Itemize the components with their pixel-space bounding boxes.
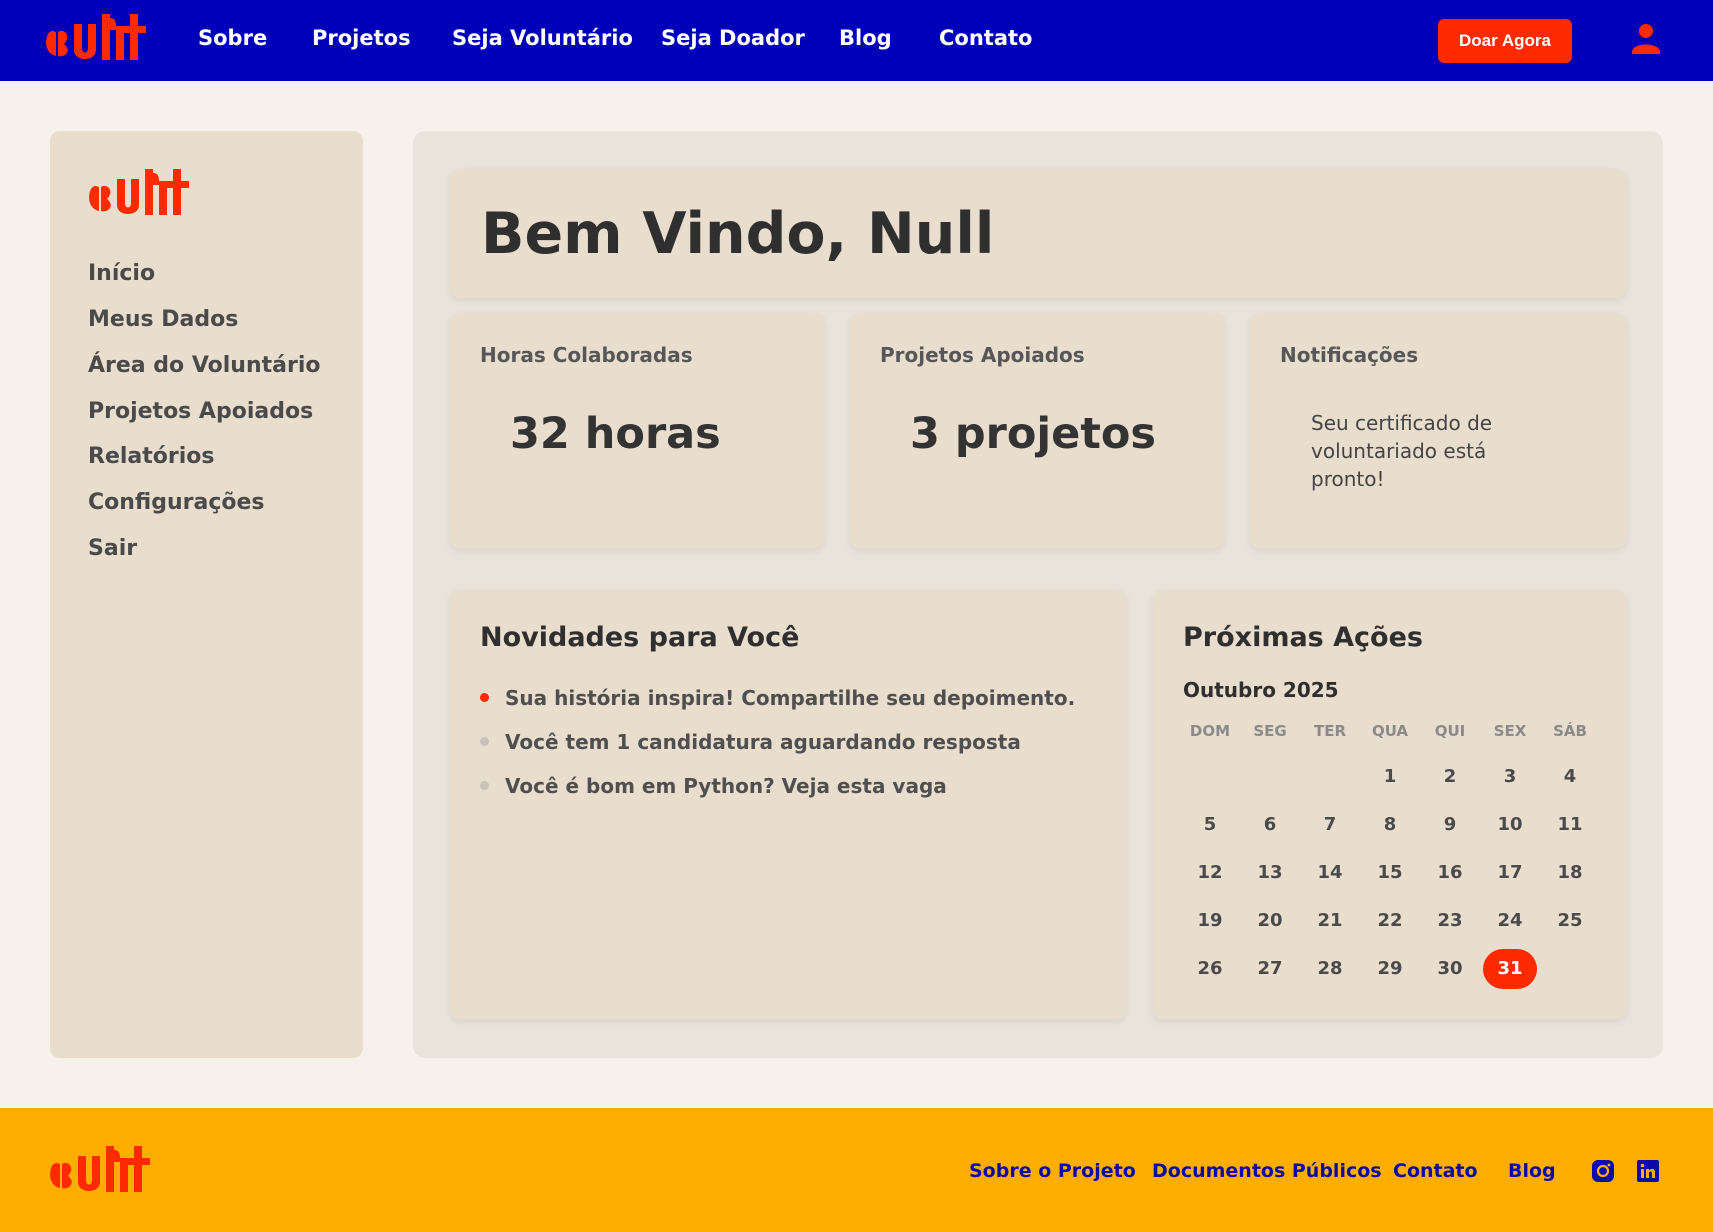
- nav-link-sobre[interactable]: Sobre: [198, 26, 267, 50]
- linkedin-icon[interactable]: [1636, 1159, 1660, 1183]
- brand-logo-icon: [48, 1144, 152, 1196]
- calendar-day[interactable]: 24: [1483, 901, 1537, 941]
- news-card: Novidades para Você Sua história inspira…: [450, 590, 1126, 1019]
- calendar-day[interactable]: 2: [1423, 757, 1477, 797]
- brand-logo-icon: [87, 167, 191, 219]
- page-title: Bem Vindo, Null: [481, 201, 995, 267]
- calendar-day[interactable]: 13: [1243, 853, 1297, 893]
- nav-link-blog[interactable]: Blog: [839, 26, 892, 50]
- brand-logo-icon[interactable]: [44, 12, 148, 64]
- calendar-day-today[interactable]: 31: [1483, 949, 1537, 989]
- nav-link-seja-doador[interactable]: Seja Doador: [661, 26, 805, 50]
- instagram-icon[interactable]: [1591, 1159, 1615, 1183]
- calendar-card: Próximas Ações Outubro 2025 DOM SEG TER QUA…: [1153, 590, 1626, 1019]
- calendar-day[interactable]: 19: [1183, 901, 1237, 941]
- calendar-day[interactable]: 5: [1183, 805, 1237, 845]
- calendar-day[interactable]: 6: [1243, 805, 1297, 845]
- stat-value: 32 horas: [510, 409, 721, 459]
- sidebar-item-relatorios[interactable]: Relatórios: [88, 444, 214, 469]
- calendar-day[interactable]: 26: [1183, 949, 1237, 989]
- calendar-day[interactable]: 12: [1183, 853, 1237, 893]
- calendar-day[interactable]: 9: [1423, 805, 1477, 845]
- calendar-day[interactable]: 25: [1543, 901, 1597, 941]
- nav-link-projetos[interactable]: Projetos: [312, 26, 411, 50]
- calendar-day[interactable]: 27: [1243, 949, 1297, 989]
- news-text: Você tem 1 candidatura aguardando respos…: [505, 730, 1021, 754]
- welcome-card: Bem Vindo, Null: [450, 169, 1626, 298]
- news-text: Sua história inspira! Compartilhe seu de…: [505, 686, 1076, 710]
- sidebar-item-inicio[interactable]: Início: [88, 261, 155, 286]
- footer: Sobre o Projeto Documentos Públicos Cont…: [0, 1108, 1713, 1232]
- calendar-day[interactable]: 15: [1363, 853, 1417, 893]
- stat-label: Projetos Apoiados: [880, 343, 1085, 367]
- bullet-icon: [480, 781, 489, 790]
- top-navbar: Sobre Projetos Seja Voluntário Seja Doad…: [0, 0, 1713, 81]
- footer-link-contato[interactable]: Contato: [1393, 1160, 1478, 1182]
- news-text: Você é bom em Python? Veja esta vaga: [505, 774, 947, 798]
- calendar-day[interactable]: 1: [1363, 757, 1417, 797]
- list-item[interactable]: Você é bom em Python? Veja esta vaga: [480, 774, 947, 798]
- bullet-icon: [480, 737, 489, 746]
- calendar-weekday: QUI: [1434, 722, 1466, 740]
- calendar-day[interactable]: 11: [1543, 805, 1597, 845]
- donate-now-button[interactable]: Doar Agora: [1438, 19, 1572, 63]
- calendar-day[interactable]: 4: [1543, 757, 1597, 797]
- calendar-weekday: SEG: [1253, 722, 1287, 740]
- calendar-day[interactable]: 14: [1303, 853, 1357, 893]
- calendar-day[interactable]: 7: [1303, 805, 1357, 845]
- calendar-weekday: DOM: [1189, 722, 1231, 740]
- dashboard-panel: Bem Vindo, Null Horas Colaboradas 32 hor…: [413, 131, 1663, 1058]
- footer-link-sobre-projeto[interactable]: Sobre o Projeto: [969, 1160, 1136, 1182]
- sidebar-item-sair[interactable]: Sair: [88, 536, 137, 561]
- news-title: Novidades para Você: [480, 622, 800, 653]
- calendar-day[interactable]: 8: [1363, 805, 1417, 845]
- footer-link-blog[interactable]: Blog: [1508, 1160, 1556, 1182]
- list-item[interactable]: Você tem 1 candidatura aguardando respos…: [480, 730, 1021, 754]
- calendar-day[interactable]: 29: [1363, 949, 1417, 989]
- calendar-month: Outubro 2025: [1183, 678, 1339, 702]
- calendar-weekday: SÁB: [1553, 722, 1587, 740]
- list-item[interactable]: Sua história inspira! Compartilhe seu de…: [480, 686, 1075, 710]
- calendar-day[interactable]: 22: [1363, 901, 1417, 941]
- calendar-weekday: TER: [1313, 722, 1347, 740]
- nav-link-contato[interactable]: Contato: [939, 26, 1032, 50]
- stat-label: Notificações: [1280, 343, 1419, 367]
- sidebar-item-configuracoes[interactable]: Configurações: [88, 490, 265, 515]
- sidebar: Início Meus Dados Área do Voluntário Pro…: [50, 131, 363, 1058]
- calendar-day[interactable]: 3: [1483, 757, 1537, 797]
- sidebar-item-meus-dados[interactable]: Meus Dados: [88, 307, 238, 332]
- calendar-day[interactable]: 16: [1423, 853, 1477, 893]
- stat-card-hours: Horas Colaboradas 32 horas: [450, 313, 824, 548]
- stat-card-notifications: Notificações Seu certificado de voluntar…: [1250, 313, 1626, 548]
- calendar-day[interactable]: 21: [1303, 901, 1357, 941]
- calendar-day[interactable]: 23: [1423, 901, 1477, 941]
- calendar-day[interactable]: 18: [1543, 853, 1597, 893]
- stat-label: Horas Colaboradas: [480, 343, 693, 367]
- stat-value: 3 projetos: [910, 409, 1157, 459]
- stat-card-projects: Projetos Apoiados 3 projetos: [850, 313, 1224, 548]
- calendar-day[interactable]: 10: [1483, 805, 1537, 845]
- calendar-day[interactable]: 28: [1303, 949, 1357, 989]
- footer-link-documentos[interactable]: Documentos Públicos: [1152, 1160, 1382, 1182]
- calendar-day[interactable]: 20: [1243, 901, 1297, 941]
- notification-text: Seu certificado de voluntariado está pro…: [1311, 411, 1493, 491]
- nav-link-seja-voluntario[interactable]: Seja Voluntário: [452, 26, 633, 50]
- sidebar-item-projetos-apoiados[interactable]: Projetos Apoiados: [88, 399, 313, 424]
- sidebar-item-area-voluntario[interactable]: Área do Voluntário: [88, 353, 321, 378]
- calendar-day[interactable]: 17: [1483, 853, 1537, 893]
- calendar-weekday: QUA: [1371, 722, 1409, 740]
- calendar-title: Próximas Ações: [1183, 622, 1423, 653]
- bullet-icon: [480, 693, 489, 702]
- user-icon[interactable]: [1628, 20, 1664, 56]
- calendar-day[interactable]: 30: [1423, 949, 1477, 989]
- calendar-weekday: SEX: [1493, 722, 1527, 740]
